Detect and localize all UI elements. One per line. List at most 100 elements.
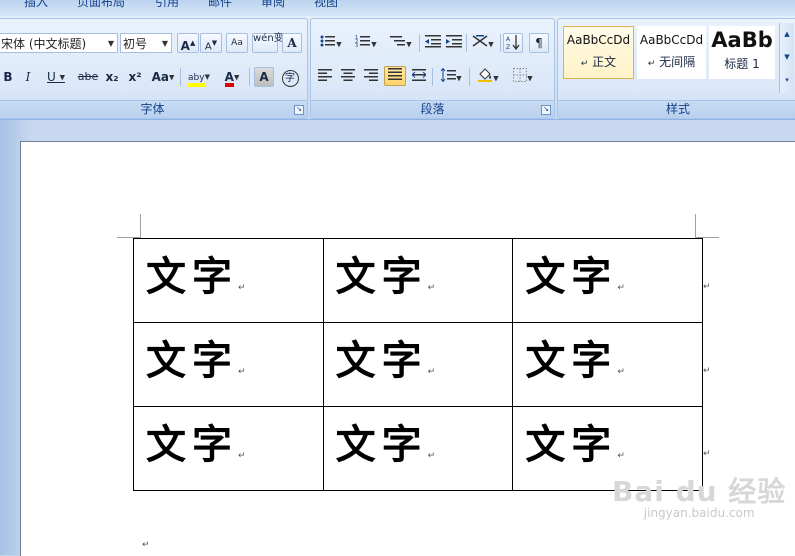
chevron-down-icon: ▼ <box>161 39 168 48</box>
tab-page-layout[interactable]: 页面布局 <box>77 0 125 10</box>
bulleted-list-icon <box>320 35 336 47</box>
table-cell[interactable]: 文字↵ <box>322 406 514 491</box>
bullets-button[interactable]: ▼ <box>314 33 348 53</box>
font-size-combo[interactable]: 初号 ▼ <box>120 33 172 53</box>
table-cell[interactable]: 文字↵ <box>133 406 324 491</box>
ribbon: 宋体 (中文标题) ▼ 初号 ▼ A▲ A▼ Aa wén变 A B I U ▼… <box>0 16 795 120</box>
increase-indent-button[interactable] <box>444 33 464 53</box>
table-cell[interactable]: 文字↵ <box>322 238 514 323</box>
cell-text: 文字 <box>335 337 428 384</box>
table-cell[interactable]: 文字↵ <box>512 322 703 407</box>
change-case-glyph: Aa <box>151 70 169 84</box>
styles-group: AaBbCcDd ↵ 正文 AaBbCcDd ↵ 无间隔 AaBb 标题 1 样… <box>557 18 795 119</box>
sort-icon: AZ <box>506 35 520 51</box>
change-case-button[interactable]: Aa▼ <box>148 67 178 87</box>
table-cell[interactable]: 文字↵ <box>322 322 514 407</box>
style-no-spacing[interactable]: AaBbCcDd ↵ 无间隔 <box>637 26 706 79</box>
font-group: 宋体 (中文标题) ▼ 初号 ▼ A▲ A▼ Aa wén变 A B I U ▼… <box>0 18 308 119</box>
cell-text: 文字 <box>146 253 238 300</box>
paragraph-mark: ↵ <box>647 59 656 69</box>
superscript-button[interactable]: x² <box>125 67 145 87</box>
grow-font-button[interactable]: A▲ <box>177 33 199 53</box>
bold-glyph: B <box>3 70 13 84</box>
style-heading-1[interactable]: AaBb 标题 1 <box>709 26 775 79</box>
table-cell[interactable]: 文字↵ <box>512 238 703 323</box>
document-table[interactable]: 文字↵ 文字↵ 文字↵ 文字↵ 文字↵ 文字↵ 文字↵ 文字↵ 文字↵ <box>133 238 703 491</box>
styles-gallery-scroll[interactable]: ▲ ▼ ▾ <box>779 23 794 93</box>
chinese-layout-button[interactable]: ▼ <box>468 33 498 53</box>
more-styles-icon[interactable]: ▾ <box>780 69 794 92</box>
numbered-list-icon: 123 <box>355 35 371 49</box>
highlighter-icon: aby <box>188 73 205 87</box>
clear-format-icon: Aa <box>231 38 243 48</box>
show-formatting-marks-button[interactable]: ¶ <box>529 33 549 53</box>
tab-review[interactable]: 审阅 <box>261 0 285 10</box>
font-name-combo[interactable]: 宋体 (中文标题) ▼ <box>0 33 118 53</box>
line-spacing-button[interactable]: ▼ <box>435 67 467 87</box>
watermark-logo: Bai du 经验 <box>612 475 787 508</box>
align-center-button[interactable] <box>338 67 358 87</box>
style-sample: AaBbCcDd <box>639 33 704 47</box>
separator <box>249 68 250 86</box>
distributed-button[interactable] <box>409 67 429 87</box>
chevron-down-icon: ▼ <box>371 40 377 49</box>
subscript-glyph: x₂ <box>105 70 119 84</box>
style-normal[interactable]: AaBbCcDd ↵ 正文 <box>563 26 634 79</box>
bold-button[interactable]: B <box>0 67 16 87</box>
cell-text: 文字 <box>525 337 618 384</box>
paragraph-dialog-launcher-icon[interactable]: ↘ <box>541 105 551 115</box>
enclose-characters-button[interactable]: 字 <box>280 67 300 87</box>
subscript-button[interactable]: x₂ <box>102 67 122 87</box>
numbering-button[interactable]: 1 2 3 ▼ <box>349 33 383 53</box>
chevron-down-icon: ▼ <box>527 74 533 83</box>
strikethrough-button[interactable]: abe <box>76 67 100 87</box>
multilevel-list-button[interactable]: ▼ <box>384 33 418 53</box>
tab-references[interactable]: 引用 <box>155 0 179 10</box>
shading-button[interactable]: ▼ <box>472 67 504 87</box>
paragraph-mark: ↵ <box>238 283 246 293</box>
italic-button[interactable]: I <box>20 67 36 87</box>
table-cell[interactable]: 文字↵ <box>133 322 324 407</box>
row-end-mark: ↵ <box>703 366 711 376</box>
character-border-button[interactable]: A <box>282 33 302 53</box>
font-color-button[interactable]: A▼ <box>217 67 247 87</box>
crop-mark <box>140 214 141 238</box>
character-shading-button[interactable]: A <box>254 67 274 87</box>
increase-indent-icon <box>446 35 462 48</box>
text-highlight-button[interactable]: aby▼ <box>184 67 214 87</box>
align-left-icon <box>318 69 332 81</box>
font-size-value: 初号 <box>123 37 148 51</box>
paragraph-group: ▼ 1 2 3 ▼ ▼ ▼ AZ ¶ ▼ ▼ ▼ 段落 ↘ <box>310 18 555 119</box>
decrease-indent-button[interactable] <box>423 33 443 53</box>
separator <box>419 34 420 52</box>
italic-glyph: I <box>25 70 31 84</box>
paragraph-mark: ↵ <box>427 367 436 377</box>
align-left-button[interactable] <box>315 67 335 87</box>
shrink-font-button[interactable]: A▼ <box>200 33 222 53</box>
paragraph-mark: ↵ <box>617 283 625 293</box>
paragraph-mark: ↵ <box>238 451 246 461</box>
cell-text: 文字 <box>335 253 428 300</box>
table-row: 文字↵ 文字↵ 文字↵ <box>133 238 703 323</box>
chevron-down-icon: ▼ <box>488 40 494 49</box>
scroll-down-icon[interactable]: ▼ <box>780 46 794 69</box>
borders-button[interactable]: ▼ <box>507 67 539 87</box>
justify-button[interactable] <box>384 66 406 86</box>
table-cell[interactable]: 文字↵ <box>133 238 324 323</box>
grow-font-glyph: A <box>180 39 190 53</box>
cell-text: 文字 <box>335 421 428 468</box>
tab-insert[interactable]: 插入 <box>24 0 48 10</box>
sort-button[interactable]: AZ <box>503 33 523 53</box>
scroll-up-icon[interactable]: ▲ <box>780 23 794 46</box>
ribbon-tab-strip: 插入 页面布局 引用 邮件 审阅 视图 <box>0 0 795 16</box>
tab-mailings[interactable]: 邮件 <box>208 0 232 10</box>
font-dialog-launcher-icon[interactable]: ↘ <box>294 105 304 115</box>
paragraph-group-label: 段落 <box>311 100 554 118</box>
line-spacing-icon <box>440 67 457 83</box>
align-right-button[interactable] <box>361 67 381 87</box>
separator <box>500 34 501 52</box>
phonetic-guide-button[interactable]: wén变 <box>252 33 284 53</box>
underline-button[interactable]: U ▼ <box>42 67 70 87</box>
clear-formatting-button[interactable]: Aa <box>226 33 248 53</box>
tab-view[interactable]: 视图 <box>314 0 338 10</box>
